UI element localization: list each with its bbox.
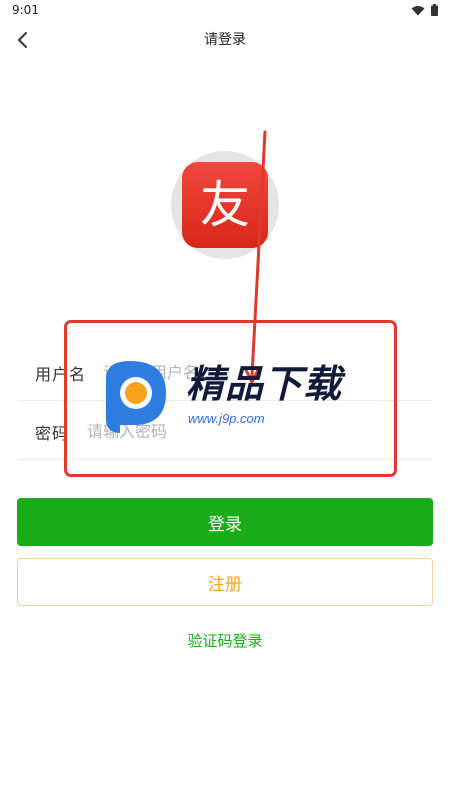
battery-icon (431, 4, 438, 16)
register-button[interactable]: 注册 (17, 558, 433, 606)
login-button[interactable]: 登录 (17, 498, 433, 546)
wifi-icon (411, 5, 425, 15)
nav-bar: 请登录 (0, 22, 450, 56)
status-icons (411, 4, 438, 16)
status-time: 9:01 (12, 3, 39, 17)
status-bar: 9:01 (0, 0, 450, 20)
sms-login-link[interactable]: 验证码登录 (0, 630, 450, 651)
annotation-highlight-box (64, 320, 397, 477)
page-title: 请登录 (204, 32, 246, 48)
app-logo-icon: 友 (182, 162, 268, 248)
app-logo: 友 (171, 151, 279, 259)
